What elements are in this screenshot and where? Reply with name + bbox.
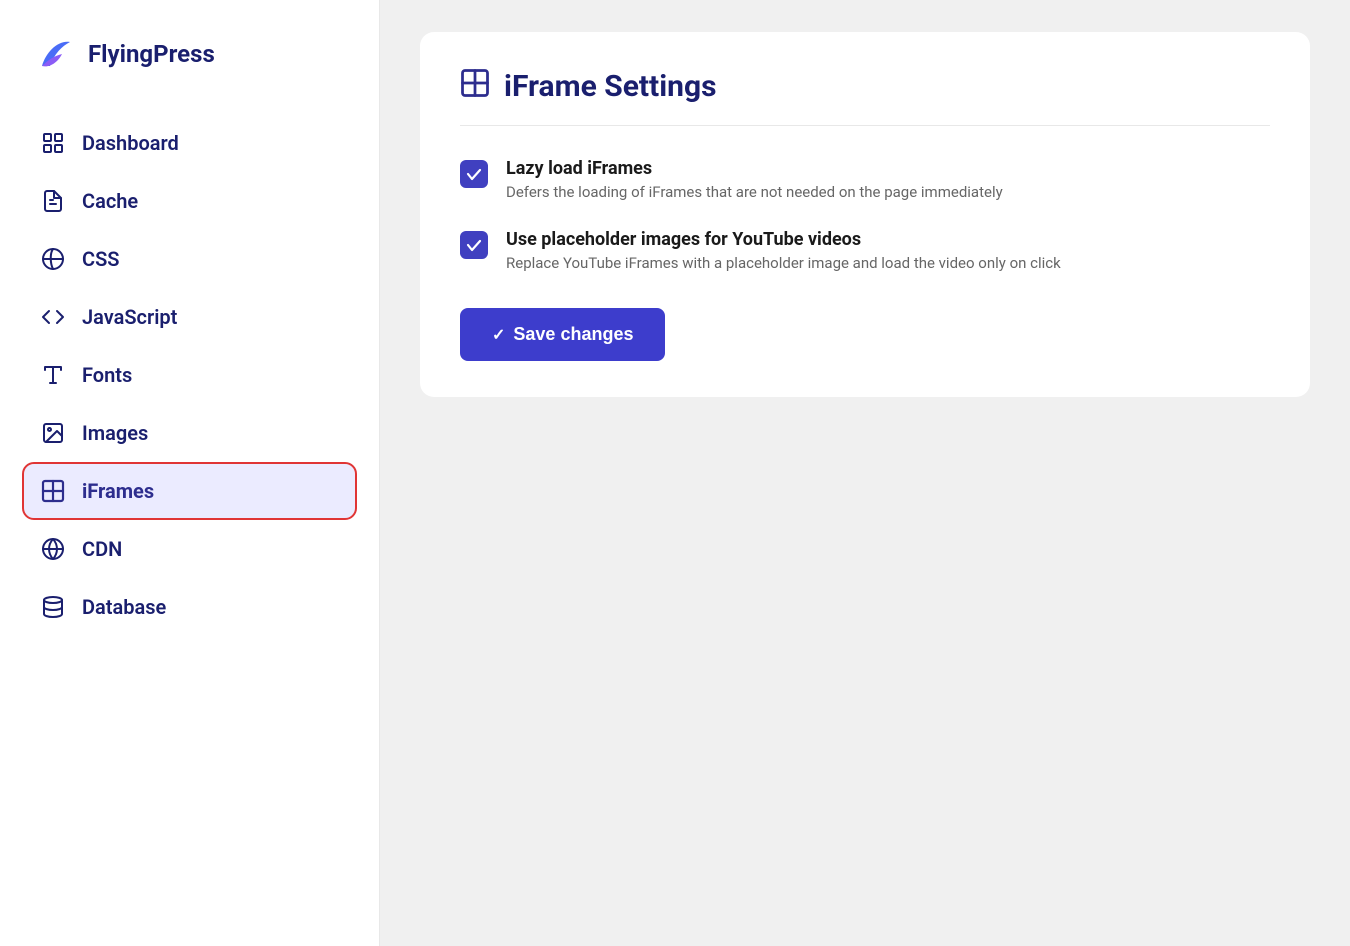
placeholder-images-text: Use placeholder images for YouTube video… — [506, 229, 1061, 272]
lazy-load-checkbox[interactable] — [460, 160, 488, 188]
database-icon — [40, 594, 66, 620]
sidebar: FlyingPress Dashboard — [0, 0, 380, 946]
setting-placeholder-images: Use placeholder images for YouTube video… — [460, 229, 1270, 272]
save-button[interactable]: ✓ Save changes — [460, 308, 665, 361]
sidebar-item-cdn[interactable]: CDN — [24, 522, 355, 576]
placeholder-images-description: Replace YouTube iFrames with a placehold… — [506, 254, 1061, 272]
brand-name: FlyingPress — [88, 40, 215, 68]
dashboard-label: Dashboard — [82, 131, 179, 155]
lazy-load-title: Lazy load iFrames — [506, 158, 1003, 179]
images-label: Images — [82, 421, 148, 445]
cache-icon — [40, 188, 66, 214]
sidebar-item-dashboard[interactable]: Dashboard — [24, 116, 355, 170]
logo-area: FlyingPress — [24, 32, 355, 76]
sidebar-item-css[interactable]: CSS — [24, 232, 355, 286]
page-title: iFrame Settings — [504, 69, 717, 104]
sidebar-item-fonts[interactable]: Fonts — [24, 348, 355, 402]
dashboard-icon — [40, 130, 66, 156]
page-header: iFrame Settings — [460, 68, 1270, 126]
setting-lazy-load: Lazy load iFrames Defers the loading of … — [460, 158, 1270, 201]
logo-icon — [32, 32, 76, 76]
check-icon: ✓ — [492, 325, 505, 345]
iframes-label: iFrames — [82, 479, 154, 503]
placeholder-images-checkbox[interactable] — [460, 231, 488, 259]
sidebar-item-database[interactable]: Database — [24, 580, 355, 634]
iframes-icon — [40, 478, 66, 504]
settings-list: Lazy load iFrames Defers the loading of … — [460, 158, 1270, 272]
lazy-load-text: Lazy load iFrames Defers the loading of … — [506, 158, 1003, 201]
css-icon — [40, 246, 66, 272]
cache-label: Cache — [82, 189, 138, 213]
cdn-icon — [40, 536, 66, 562]
javascript-icon — [40, 304, 66, 330]
cdn-label: CDN — [82, 537, 122, 561]
database-label: Database — [82, 595, 166, 619]
sidebar-nav: Dashboard Cache — [24, 116, 355, 634]
javascript-label: JavaScript — [82, 305, 177, 329]
placeholder-images-title: Use placeholder images for YouTube video… — [506, 229, 1061, 250]
content-card: iFrame Settings Lazy load iFrames Defers… — [420, 32, 1310, 397]
sidebar-item-iframes[interactable]: iFrames — [24, 464, 355, 518]
main-content: iFrame Settings Lazy load iFrames Defers… — [380, 0, 1350, 946]
css-label: CSS — [82, 247, 120, 271]
fonts-label: Fonts — [82, 363, 132, 387]
sidebar-item-images[interactable]: Images — [24, 406, 355, 460]
fonts-icon — [40, 362, 66, 388]
sidebar-item-cache[interactable]: Cache — [24, 174, 355, 228]
page-header-icon — [460, 68, 490, 105]
save-button-label: Save changes — [513, 324, 633, 345]
lazy-load-description: Defers the loading of iFrames that are n… — [506, 183, 1003, 201]
images-icon — [40, 420, 66, 446]
sidebar-item-javascript[interactable]: JavaScript — [24, 290, 355, 344]
